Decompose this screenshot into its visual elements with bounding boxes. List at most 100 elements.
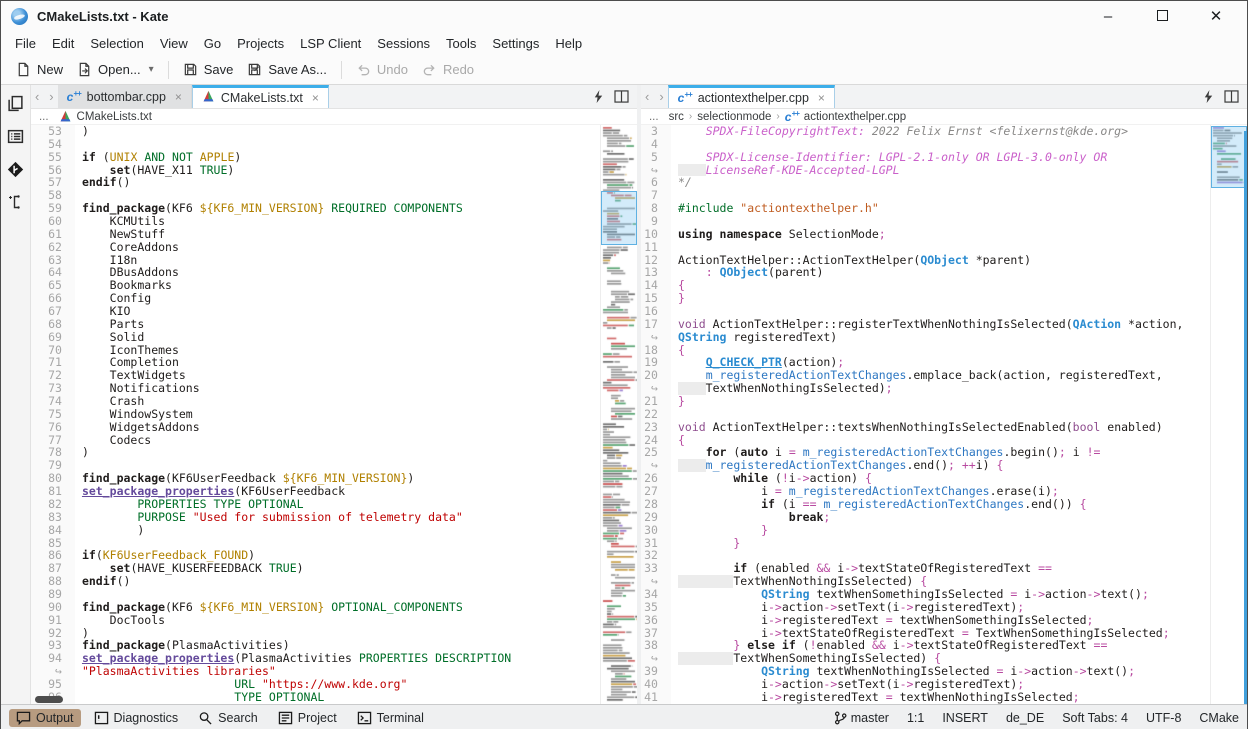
statusbar-item-utf-8[interactable]: UTF-8 bbox=[1146, 711, 1181, 725]
statusbar-toggle-search[interactable]: Search bbox=[191, 709, 265, 727]
quick-open-icon[interactable] bbox=[593, 90, 604, 103]
menu-settings[interactable]: Settings bbox=[484, 34, 547, 53]
menubar: FileEditSelectionViewGoProjectsLSP Clien… bbox=[1, 31, 1247, 55]
breadcrumb-chevron-icon: › bbox=[776, 111, 779, 122]
history-back-icon[interactable]: ‹ bbox=[645, 89, 649, 104]
code-line: QString registeredText) bbox=[671, 331, 1210, 344]
minimap-viewport-left[interactable] bbox=[601, 191, 637, 245]
statusbar-item-label: INSERT bbox=[942, 711, 988, 725]
minimap-scrollbar-right[interactable] bbox=[1210, 125, 1247, 704]
line-number: 95 bbox=[31, 678, 75, 691]
new-button[interactable]: New bbox=[9, 59, 70, 80]
history-forward-icon[interactable]: › bbox=[49, 89, 53, 104]
close-button[interactable]: ✕ bbox=[1203, 7, 1229, 25]
kate-app-icon bbox=[11, 8, 28, 25]
statusbar-item-cmake[interactable]: CMake bbox=[1199, 711, 1239, 725]
history-forward-icon[interactable]: › bbox=[659, 89, 663, 104]
statusbar-item-soft-tabs-4[interactable]: Soft Tabs: 4 bbox=[1062, 711, 1128, 725]
menu-view[interactable]: View bbox=[152, 34, 196, 53]
tab-actiontexthelper-cpp[interactable]: c++actiontexthelper.cpp× bbox=[668, 85, 835, 108]
toolview-sidebar bbox=[1, 85, 31, 704]
line-number: 88 bbox=[31, 575, 75, 588]
toolbar-separator bbox=[168, 61, 169, 79]
chevron-down-icon[interactable]: ▾ bbox=[149, 64, 154, 75]
menu-selection[interactable]: Selection bbox=[82, 34, 151, 53]
breadcrumb-item-actiontexthelper-cpp[interactable]: actiontexthelper.cpp bbox=[804, 111, 906, 123]
toolview-button-symbols[interactable] bbox=[5, 192, 25, 212]
save-as-button[interactable]: Save As... bbox=[240, 59, 334, 80]
menu-go[interactable]: Go bbox=[196, 34, 229, 53]
open-button[interactable]: Open... ▾ bbox=[70, 59, 161, 80]
toolview-button-documents[interactable] bbox=[5, 93, 25, 113]
menu-lsp-client[interactable]: LSP Client bbox=[292, 34, 369, 53]
menu-help[interactable]: Help bbox=[547, 34, 590, 53]
statusbar-toggle-diagnostics[interactable]: Diagnostics bbox=[87, 709, 186, 727]
maximize-button[interactable] bbox=[1149, 8, 1175, 25]
breadcrumb-root[interactable]: ... bbox=[649, 111, 659, 123]
menu-projects[interactable]: Projects bbox=[229, 34, 292, 53]
horizontal-scrollbar-thumb[interactable] bbox=[35, 696, 63, 703]
quick-open-icon[interactable] bbox=[1203, 90, 1214, 103]
line-number: 75 bbox=[31, 408, 75, 421]
split-view-icon[interactable] bbox=[614, 90, 629, 103]
history-back-icon[interactable]: ‹ bbox=[35, 89, 39, 104]
redo-button[interactable]: Redo bbox=[415, 59, 481, 80]
tab-bottombar-cpp[interactable]: c++bottombar.cpp× bbox=[58, 85, 192, 108]
line-number: 53 bbox=[31, 125, 75, 138]
menu-edit[interactable]: Edit bbox=[44, 34, 82, 53]
line-number: 35 bbox=[641, 601, 671, 614]
code-line: } bbox=[671, 395, 1210, 408]
statusbar-item-label: CMake bbox=[1199, 711, 1239, 725]
statusbar-toggle-output[interactable]: Output bbox=[9, 709, 81, 727]
line-number: 91 bbox=[31, 614, 75, 627]
menu-sessions[interactable]: Sessions bbox=[369, 34, 438, 53]
breadcrumb-item-src[interactable]: src bbox=[669, 111, 684, 123]
toolbar: New Open... ▾ Save Save As... Undo Redo bbox=[1, 55, 1247, 85]
code-view-left[interactable]: )if (UNIX AND NOT APPLE) set(HAVE_X11 TR… bbox=[75, 125, 600, 704]
statusbar-item-master[interactable]: master bbox=[834, 711, 889, 725]
tab-close-icon[interactable]: × bbox=[312, 91, 319, 105]
code-line: ) bbox=[75, 446, 600, 459]
undo-button[interactable]: Undo bbox=[349, 59, 415, 80]
line-number: 29 bbox=[641, 511, 671, 524]
wrap-marker: ↪ bbox=[641, 575, 671, 588]
editor-pane-right: ‹ › c++actiontexthelper.cpp× ...src›sele… bbox=[641, 85, 1247, 704]
line-number: 90 bbox=[31, 601, 75, 614]
minimap-viewport-right[interactable] bbox=[1211, 126, 1247, 188]
breadcrumb-item-cmakelists-txt[interactable]: CMakeLists.txt bbox=[77, 111, 152, 123]
statusbar-toggle-label: Search bbox=[218, 711, 258, 725]
menu-tools[interactable]: Tools bbox=[438, 34, 484, 53]
split-view-icon[interactable] bbox=[1224, 90, 1239, 103]
code-line: ) bbox=[75, 524, 600, 537]
menu-file[interactable]: File bbox=[7, 34, 44, 53]
statusbar-toggle-project[interactable]: Project bbox=[271, 709, 344, 727]
code-line: Parts bbox=[75, 318, 600, 331]
breadcrumb-item-selectionmode[interactable]: selectionmode bbox=[697, 111, 771, 123]
minimize-button[interactable]: – bbox=[1095, 8, 1121, 25]
speech-bubble-icon bbox=[16, 711, 31, 725]
statusbar-item-de-de[interactable]: de_DE bbox=[1006, 711, 1044, 725]
code-view-right[interactable]: SPDX-FileCopyrightText: 2022 Felix Ernst… bbox=[671, 125, 1210, 704]
line-number: 16 bbox=[641, 305, 671, 318]
code-line: ) bbox=[75, 125, 600, 138]
save-button[interactable]: Save bbox=[176, 59, 241, 80]
minimap-scrollbar-left[interactable] bbox=[600, 125, 637, 704]
toolview-button-git[interactable] bbox=[5, 159, 25, 179]
line-number: 27 bbox=[641, 485, 671, 498]
tab-cmakelists-txt[interactable]: CMakeLists.txt× bbox=[192, 85, 329, 108]
code-line: CoreAddons bbox=[75, 241, 600, 254]
tab-close-icon[interactable]: × bbox=[175, 90, 182, 104]
tab-close-icon[interactable]: × bbox=[818, 91, 825, 105]
undo-icon bbox=[356, 62, 371, 77]
statusbar-toggle-terminal[interactable]: Terminal bbox=[350, 709, 431, 727]
line-number: 83 bbox=[31, 511, 75, 524]
cpp-icon: c++ bbox=[678, 91, 692, 105]
statusbar-item-insert[interactable]: INSERT bbox=[942, 711, 988, 725]
line-number: 74 bbox=[31, 395, 75, 408]
line-number: 41 bbox=[641, 691, 671, 704]
statusbar-item-1-1[interactable]: 1:1 bbox=[907, 711, 924, 725]
toolview-button-file-list[interactable] bbox=[5, 126, 25, 146]
breadcrumb-root[interactable]: ... bbox=[39, 111, 49, 123]
diagnostics-icon bbox=[94, 711, 109, 725]
search-icon bbox=[198, 711, 213, 725]
